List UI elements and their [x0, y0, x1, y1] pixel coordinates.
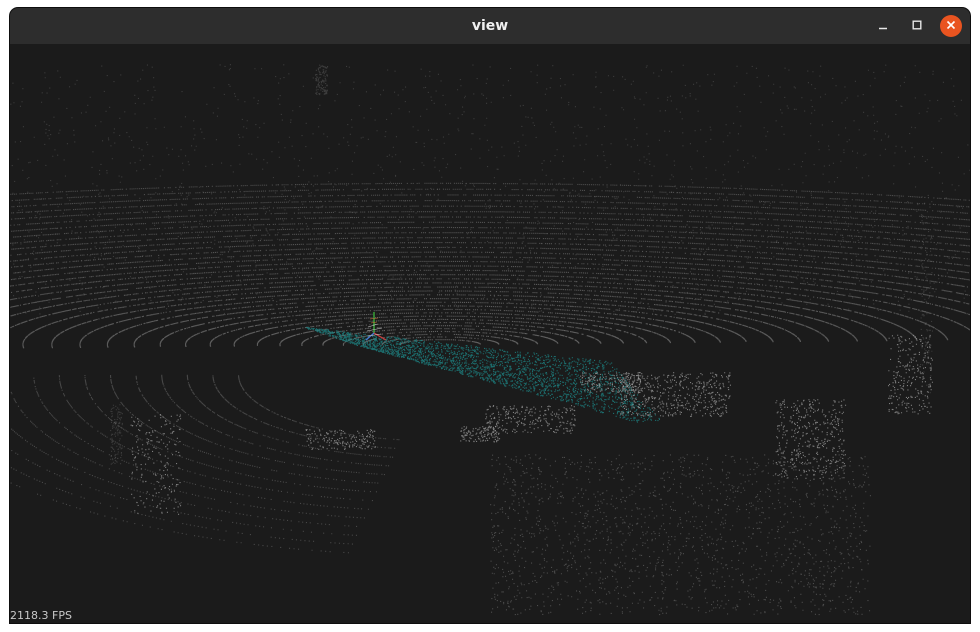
close-icon — [946, 17, 956, 35]
point-cloud-render — [10, 64, 970, 616]
maximize-icon — [912, 17, 922, 35]
maximize-button[interactable] — [906, 15, 928, 37]
close-button[interactable] — [940, 15, 962, 37]
minimize-button[interactable] — [872, 15, 894, 37]
window-title: view — [471, 18, 509, 34]
minimize-icon — [878, 17, 888, 35]
viewer-window: view 2118.3 FPS — [10, 8, 970, 623]
highlighted-ground-points — [305, 327, 660, 423]
sensor-origin-axes — [365, 312, 387, 341]
point-cloud-viewport[interactable]: 2118.3 FPS — [10, 44, 970, 623]
lidar-ring-points — [10, 182, 970, 554]
fps-counter: 2118.3 FPS — [10, 609, 72, 622]
lidar-object-points — [130, 334, 933, 616]
lidar-background-points — [10, 64, 970, 465]
title-bar[interactable]: view — [10, 8, 970, 45]
